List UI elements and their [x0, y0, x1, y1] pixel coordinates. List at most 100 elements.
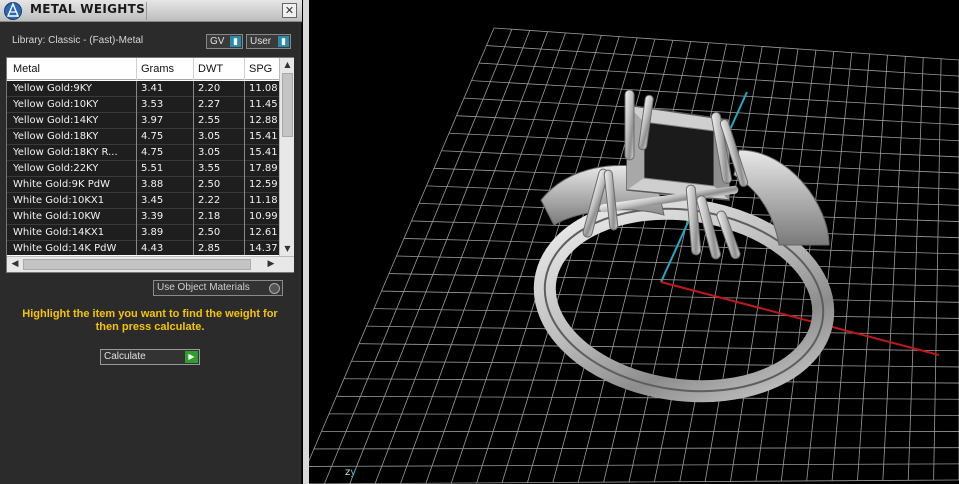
- cell-dwt: 3.05: [198, 131, 221, 142]
- panel-title: METAL WEIGHTS: [30, 2, 146, 16]
- gv-dropdown-label: GV: [210, 36, 225, 47]
- app-logo-icon: [4, 2, 22, 20]
- user-dropdown[interactable]: User ▮: [246, 34, 291, 49]
- grid-line: [309, 463, 959, 467]
- table-row[interactable]: White Gold:10KX1 3.45 2.22 11.18: [7, 193, 279, 209]
- table-row[interactable]: White Gold:14KX1 3.89 2.50 12.61: [7, 225, 279, 241]
- cell-dwt: 2.85: [198, 243, 221, 254]
- column-divider: [136, 129, 137, 145]
- table-header: Metal Grams DWT SPG: [7, 58, 279, 80]
- column-divider: [136, 193, 137, 209]
- title-divider: [146, 2, 147, 20]
- table-row[interactable]: Yellow Gold:9KY 3.41 2.20 11.08: [7, 81, 279, 97]
- column-header-metal[interactable]: Metal: [13, 63, 40, 75]
- scroll-up-icon[interactable]: ▲: [280, 58, 295, 72]
- column-divider: [193, 81, 194, 97]
- column-divider: [136, 209, 137, 225]
- scroll-down-icon[interactable]: ▼: [280, 242, 295, 256]
- column-divider: [244, 209, 245, 225]
- cell-dwt: 2.50: [198, 179, 221, 190]
- radio-icon[interactable]: [269, 283, 280, 294]
- cell-grams: 3.53: [141, 99, 164, 110]
- metal-weights-table: Metal Grams DWT SPG Yellow Gold:9KY 3.41 2…: [6, 57, 294, 273]
- cell-spg: 12.88: [249, 115, 278, 126]
- cell-grams: 3.97: [141, 115, 164, 126]
- gv-dropdown[interactable]: GV ▮: [206, 34, 243, 49]
- cell-spg: 17.89: [249, 163, 278, 174]
- column-divider: [244, 145, 245, 161]
- cell-grams: 5.51: [141, 163, 164, 174]
- table-row[interactable]: Yellow Gold:22KY 5.51 3.55 17.89: [7, 161, 279, 177]
- column-divider: [244, 161, 245, 177]
- column-header-grams[interactable]: Grams: [141, 63, 174, 75]
- column-divider: [193, 209, 194, 225]
- column-divider: [244, 97, 245, 113]
- cell-spg: 11.08: [249, 83, 278, 94]
- cell-grams: 4.75: [141, 131, 164, 142]
- cell-grams: 3.41: [141, 83, 164, 94]
- cell-grams: 3.88: [141, 179, 164, 190]
- calculate-button[interactable]: Calculate ▶: [100, 349, 200, 365]
- table-row[interactable]: Yellow Gold:18KY R... 4.75 3.05 15.41: [7, 145, 279, 161]
- use-object-materials-toggle[interactable]: Use Object Materials: [153, 280, 283, 296]
- cell-metal: Yellow Gold:10KY: [13, 99, 99, 110]
- table-row[interactable]: White Gold:14K PdW 4.43 2.85 14.37: [7, 241, 279, 255]
- column-header-dwt[interactable]: DWT: [198, 63, 223, 75]
- cell-grams: 3.45: [141, 195, 164, 206]
- horizontal-scroll-thumb[interactable]: [23, 259, 251, 270]
- cell-metal: Yellow Gold:14KY: [13, 115, 99, 126]
- grid-line: [388, 273, 959, 287]
- column-divider: [136, 177, 137, 193]
- vertical-scroll-thumb[interactable]: [282, 73, 293, 137]
- ring-model[interactable]: [533, 89, 835, 409]
- column-divider: [244, 113, 245, 129]
- cell-dwt: 2.20: [198, 83, 221, 94]
- vertical-scrollbar[interactable]: ▲ ▼: [279, 58, 294, 256]
- horizontal-scrollbar[interactable]: ◀ ▶: [7, 256, 294, 272]
- cell-spg: 10.99: [249, 211, 278, 222]
- column-divider: [193, 193, 194, 209]
- cell-grams: 4.43: [141, 243, 164, 254]
- cell-dwt: 2.50: [198, 227, 221, 238]
- column-divider: [136, 81, 137, 97]
- cell-metal: Yellow Gold:18KY: [13, 131, 99, 142]
- column-divider: [193, 241, 194, 255]
- scroll-left-icon[interactable]: ◀: [8, 257, 22, 272]
- scroll-right-icon[interactable]: ▶: [264, 257, 278, 272]
- column-divider: [193, 161, 194, 177]
- cell-metal: White Gold:10KX1: [13, 195, 105, 206]
- table-body: Yellow Gold:9KY 3.41 2.20 11.08 Yellow Gold:…: [7, 81, 279, 255]
- table-row[interactable]: Yellow Gold:18KY 4.75 3.05 15.41: [7, 129, 279, 145]
- axis-y-label: y: [350, 467, 357, 478]
- column-header-spg[interactable]: SPG: [249, 63, 272, 75]
- cell-spg: 15.41: [249, 147, 278, 158]
- metal-weights-panel: METAL WEIGHTS ✕ Library: Classic - (Fast…: [0, 0, 302, 484]
- panel-titlebar[interactable]: METAL WEIGHTS ✕: [0, 0, 302, 22]
- column-divider: [136, 145, 137, 161]
- column-divider: [136, 225, 137, 241]
- cell-dwt: 3.55: [198, 163, 221, 174]
- cell-metal: White Gold:14KX1: [13, 227, 105, 238]
- 3d-viewport[interactable]: zy: [309, 0, 959, 484]
- cell-metal: Yellow Gold:22KY: [13, 163, 99, 174]
- user-dropdown-label: User: [250, 36, 272, 47]
- table-row[interactable]: White Gold:10KW 3.39 2.18 10.99: [7, 209, 279, 225]
- grid-line: [730, 48, 799, 482]
- table-row[interactable]: Yellow Gold:10KY 3.53 2.27 11.45: [7, 97, 279, 113]
- table-row[interactable]: Yellow Gold:14KY 3.97 2.55 12.88: [7, 113, 279, 129]
- close-button[interactable]: ✕: [282, 3, 297, 18]
- grid-line: [358, 343, 959, 352]
- column-divider: [244, 129, 245, 145]
- viewport-scene[interactable]: [309, 0, 959, 484]
- column-divider: [136, 241, 137, 255]
- table-row[interactable]: White Gold:9K PdW 3.88 2.50 12.59: [7, 177, 279, 193]
- grid-line: [351, 360, 959, 368]
- cell-grams: 4.75: [141, 147, 164, 158]
- play-icon: ▶: [185, 351, 198, 363]
- column-divider: [193, 129, 194, 145]
- cell-spg: 11.45: [249, 99, 278, 110]
- column-divider: [244, 177, 245, 193]
- cell-grams: 3.39: [141, 211, 164, 222]
- column-divider: [244, 193, 245, 209]
- cell-spg: 12.61: [249, 227, 278, 238]
